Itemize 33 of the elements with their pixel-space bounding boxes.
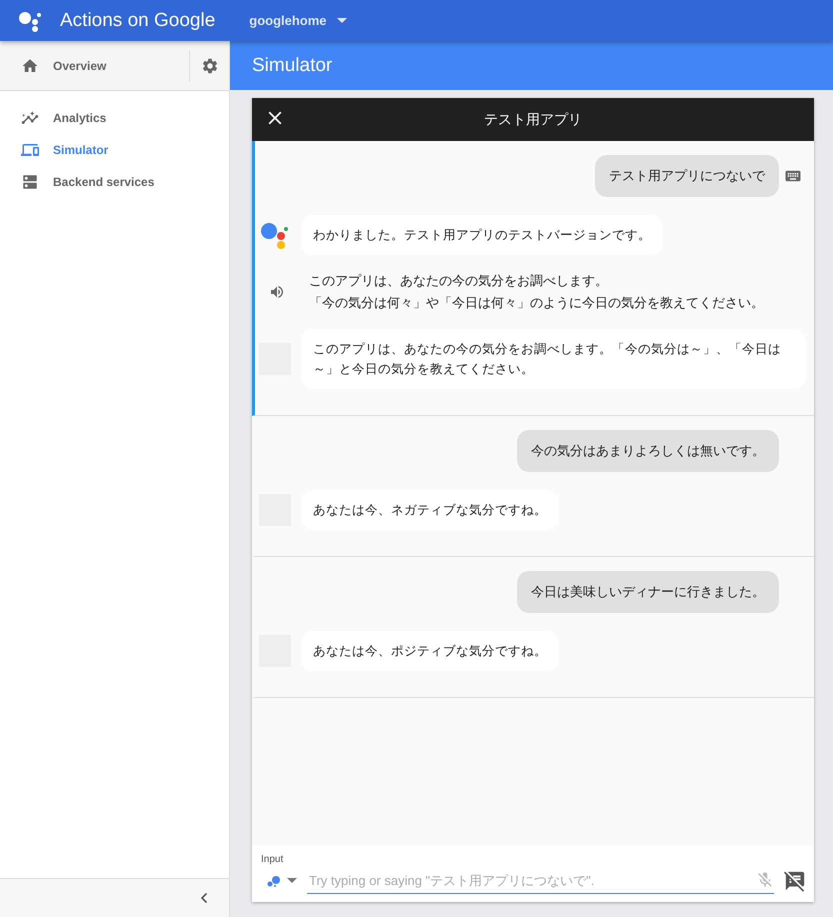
chart-icon — [21, 109, 39, 127]
simulator-title: テスト用アプリ — [484, 110, 582, 128]
server-icon — [21, 173, 39, 191]
sidebar-item[interactable]: Simulator — [0, 134, 229, 166]
assistant-dots-icon — [267, 874, 281, 886]
user-message: 今日は美味しいディナーに行きました。 — [517, 571, 779, 613]
assistant-message: あなたは今、ポジティブな気分ですね。 — [301, 631, 559, 671]
sidebar-item[interactable]: Analytics — [0, 102, 229, 134]
assistant-message: このアプリは、あなたの今の気分をお調べします。「今の気分は～」、「今日は～」と今日の気分を教えてください。 — [301, 329, 806, 389]
speech-text: このアプリは、あなたの今の気分をお調べします。 — [309, 273, 609, 289]
input-label: Input — [261, 854, 284, 865]
page-header: Simulator — [230, 41, 833, 90]
speech-off-button[interactable] — [784, 870, 806, 892]
user-message: テスト用アプリにつないで — [595, 155, 779, 197]
settings-icon — [200, 56, 218, 74]
assistant-message: あなたは今、ネガティブな気分ですね。 — [301, 490, 559, 530]
app-title: Actions on Google — [60, 10, 216, 32]
mic-off-icon — [756, 871, 774, 889]
home-icon — [21, 56, 39, 74]
input-field[interactable]: Try typing or saying "テスト用アプリにつないで". — [307, 872, 756, 888]
project-selector[interactable]: googlehome — [249, 13, 347, 28]
chevron-left-icon — [201, 893, 207, 903]
user-message: 今の気分はあまりよろしくは無いです。 — [517, 430, 779, 472]
caret-icon — [287, 878, 297, 883]
sidebar-item[interactable]: Backend services — [0, 166, 229, 198]
speaker-icon — [269, 284, 285, 300]
collapse-button[interactable] — [201, 893, 207, 903]
caret-icon — [336, 18, 347, 23]
assistant-message: わかりました。テスト用アプリのテストバージョンです。 — [301, 215, 663, 255]
assistant-logo-icon — [18, 10, 42, 32]
speech-off-icon — [784, 870, 806, 892]
speech-text: 「今の気分は何々」や「今日は何々」のように今日の気分を教えてください。 — [309, 295, 764, 311]
devices-icon — [21, 141, 39, 159]
